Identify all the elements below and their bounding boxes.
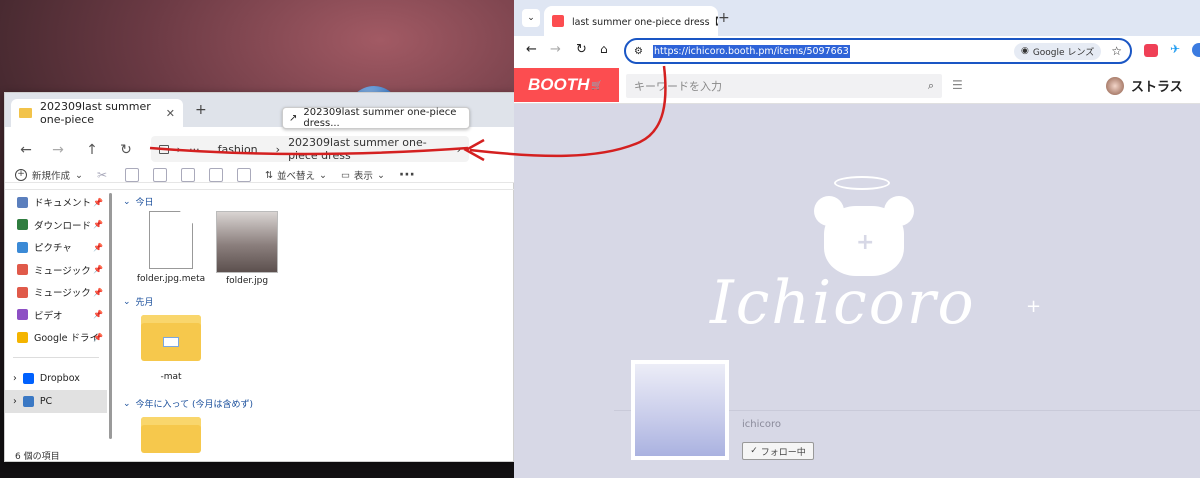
annotation-arrow <box>149 65 667 162</box>
annotation-curve <box>469 65 667 158</box>
annotation-line <box>149 146 469 156</box>
